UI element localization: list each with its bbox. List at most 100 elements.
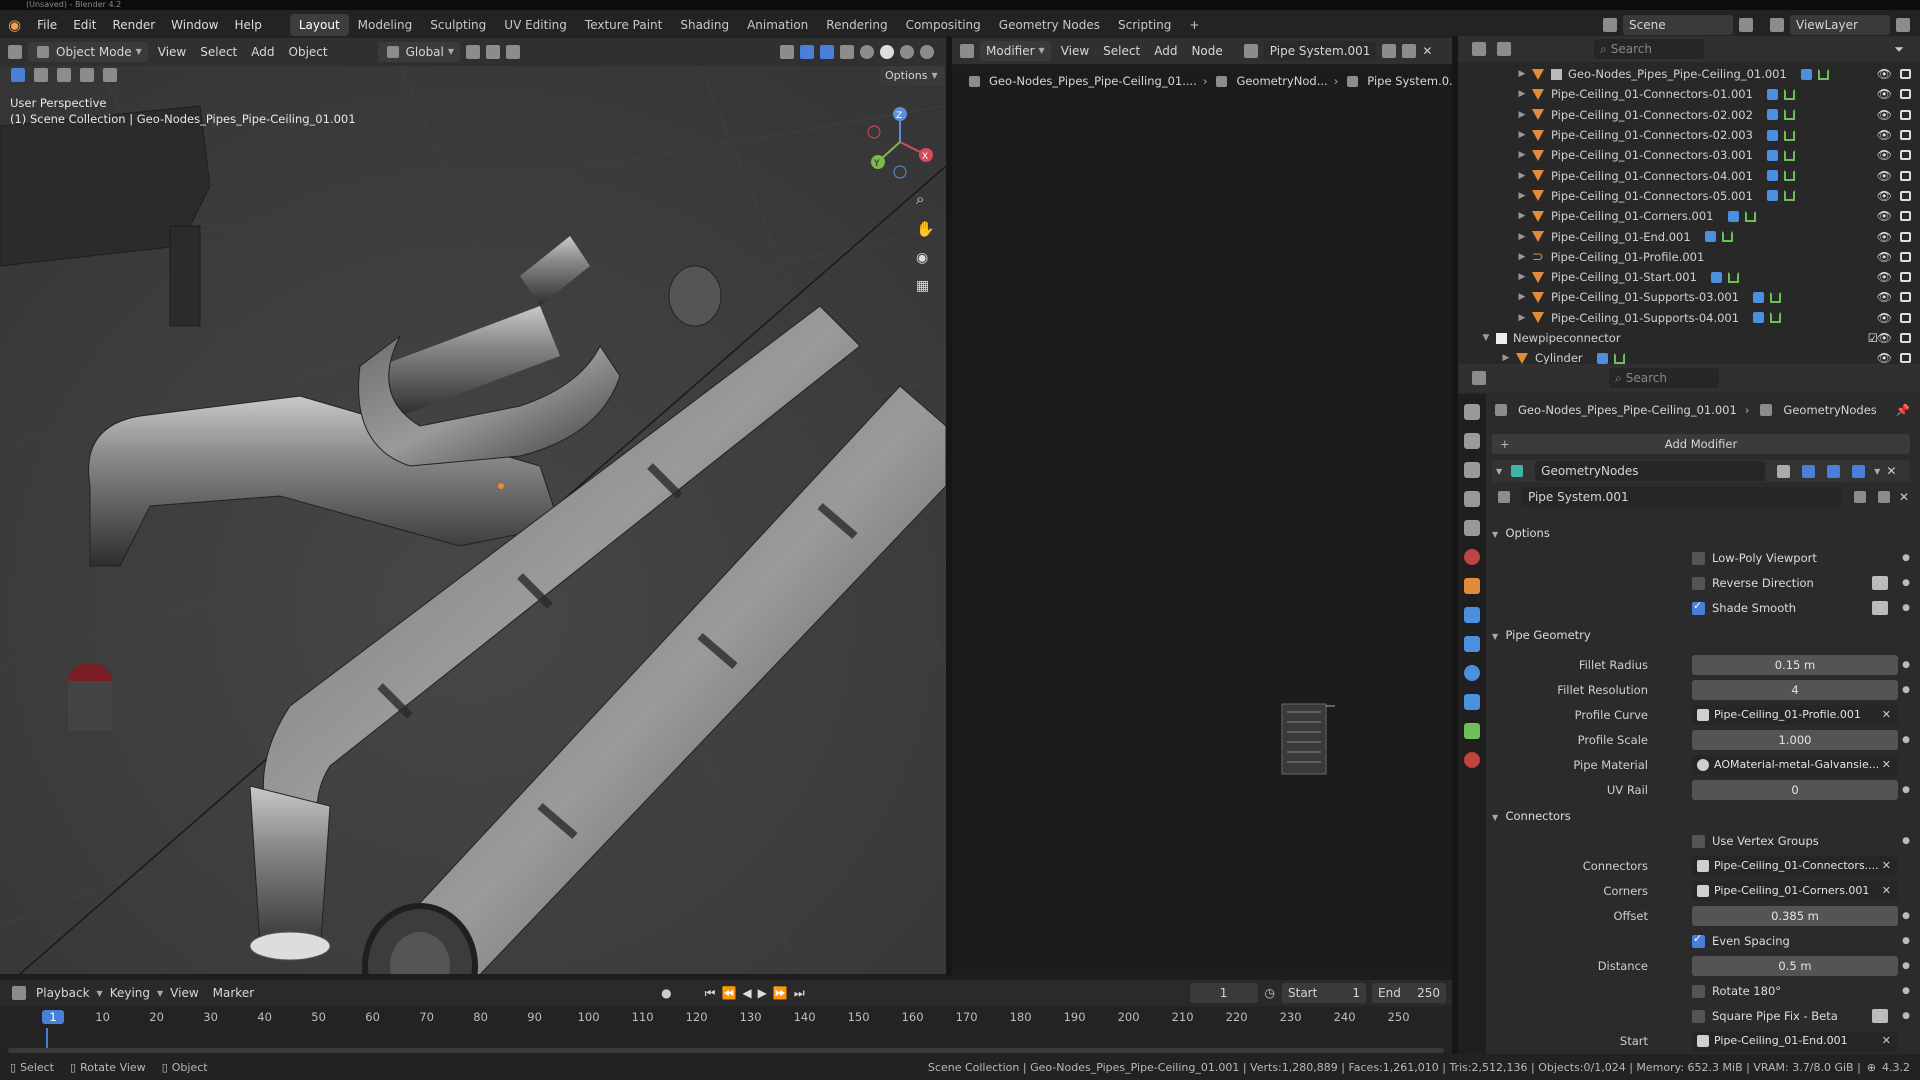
timeline-menu-view[interactable]: View	[163, 982, 205, 1004]
output-tab-icon[interactable]	[1464, 462, 1480, 478]
tab-shading[interactable]: Shading	[671, 14, 738, 36]
eye-icon[interactable]: 👁	[1877, 169, 1892, 183]
end-frame-field[interactable]: End 250	[1372, 983, 1446, 1003]
node-menu-node[interactable]: Node	[1184, 40, 1229, 62]
tab-scripting[interactable]: Scripting	[1109, 14, 1180, 36]
properties-search[interactable]: ⌕ Search	[1609, 368, 1719, 388]
eye-icon[interactable]: 👁	[1877, 351, 1892, 364]
render-camera-icon[interactable]	[1900, 89, 1911, 100]
chevron-right-icon[interactable]: ▶	[1516, 171, 1528, 181]
viewport-menu-select[interactable]: Select	[193, 41, 244, 63]
jump-keyframe-back-icon[interactable]: ⏪	[718, 986, 739, 1000]
outliner[interactable]: ⌕ Search ⏷ ▶ Geo-Nodes_Pipes_Pipe-Ceiling_…	[1458, 36, 1920, 364]
3d-viewport[interactable]: User Perspective (1) Scene Collection | …	[0, 66, 946, 974]
uv-rail-field[interactable]: 0	[1692, 780, 1898, 800]
modifier-name-field[interactable]: GeometryNodes	[1535, 461, 1766, 481]
outliner-object-row[interactable]: ▶ Pipe-Ceiling_01-Corners.001 👁	[1458, 206, 1920, 226]
eye-icon[interactable]: 👁	[1877, 290, 1892, 304]
timeline-menu-keying[interactable]: Keying	[103, 982, 157, 1004]
corners-field[interactable]: Pipe-Ceiling_01-Corners.001 ✕	[1692, 881, 1898, 901]
render-camera-icon[interactable]	[1900, 251, 1911, 262]
select-mode-icon[interactable]	[34, 68, 48, 82]
fake-user-icon[interactable]	[1382, 44, 1397, 58]
filter-icon[interactable]: ⏷	[1894, 42, 1904, 57]
node-tree-type[interactable]: Modifier ▼	[980, 41, 1051, 61]
clear-icon[interactable]: ✕	[1882, 755, 1891, 775]
viewport-menu-add[interactable]: Add	[244, 41, 281, 63]
connectors-section[interactable]: ▼ Connectors	[1492, 809, 1571, 823]
eye-icon[interactable]: 👁	[1877, 67, 1892, 81]
view-layer-tab-icon[interactable]	[1464, 491, 1480, 507]
keyframe-dot-icon[interactable]: ●	[1902, 1011, 1910, 1021]
wireframe-shading-icon[interactable]	[860, 45, 874, 59]
outliner-object-row[interactable]: ▶ Pipe-Ceiling_01-End.001 👁	[1458, 226, 1920, 246]
pipe-material-field[interactable]: AOMaterial-metal-Galvansie... ✕	[1692, 755, 1898, 775]
duplicate-icon[interactable]	[1402, 44, 1417, 58]
eye-icon[interactable]: 👁	[1877, 128, 1892, 142]
chevron-right-icon[interactable]: ▶	[1516, 313, 1528, 323]
eye-icon[interactable]: 👁	[1877, 209, 1892, 223]
outliner-object-row[interactable]: ▶ Pipe-Ceiling_01-Connectors-02.003 👁	[1458, 125, 1920, 145]
profile-curve-field[interactable]: Pipe-Ceiling_01-Profile.001 ✕	[1692, 705, 1898, 725]
keyframe-dot-icon[interactable]: ●	[1902, 986, 1910, 996]
chevron-right-icon[interactable]: ▶	[1516, 69, 1528, 79]
play-reverse-icon[interactable]: ◀	[739, 986, 754, 1000]
keyframe-dot-icon[interactable]: ●	[1902, 735, 1910, 745]
outliner-object-row[interactable]: ▶ Pipe-Ceiling_01-Supports-04.001 👁	[1458, 308, 1920, 328]
close-icon[interactable]: ✕	[1886, 464, 1896, 478]
keyframe-dot-icon[interactable]: ●	[1902, 553, 1910, 563]
outliner-object-row[interactable]: ▶ Pipe-Ceiling_01-Connectors-04.001 👁	[1458, 165, 1920, 185]
pan-hand-icon[interactable]: ✋	[916, 220, 935, 238]
snap-icon[interactable]	[486, 45, 501, 59]
close-icon[interactable]: ✕	[1419, 44, 1435, 58]
jump-end-icon[interactable]: ⏭	[791, 986, 808, 1001]
keyframe-dot-icon[interactable]: ●	[1902, 936, 1910, 946]
use-vertex-groups-checkbox[interactable]	[1692, 834, 1705, 848]
render-camera-icon[interactable]	[1900, 190, 1911, 201]
transform-orientation[interactable]: Global ▼	[377, 42, 461, 62]
render-camera-icon[interactable]	[1900, 109, 1911, 120]
play-icon[interactable]: ▶	[755, 986, 770, 1000]
duplicate-icon[interactable]	[1878, 491, 1890, 503]
start-frame-field[interactable]: Start 1	[1282, 983, 1366, 1003]
world-tab-icon[interactable]	[1464, 549, 1480, 565]
eye-icon[interactable]: 👁	[1877, 331, 1892, 345]
chevron-right-icon[interactable]: ▶	[1516, 110, 1528, 120]
object-tab-icon[interactable]	[1464, 578, 1480, 594]
chevron-right-icon[interactable]: ▶	[1516, 130, 1528, 140]
jump-keyframe-forward-icon[interactable]: ⏩	[770, 986, 791, 1000]
render-camera-icon[interactable]	[1900, 170, 1911, 181]
menu-help[interactable]: Help	[227, 10, 270, 40]
tab-layout[interactable]: Layout	[289, 14, 349, 36]
keyframe-dot-icon[interactable]: ●	[1902, 911, 1910, 921]
eye-icon[interactable]: 👁	[1877, 311, 1892, 325]
editor-type-icon[interactable]	[960, 44, 974, 58]
tab-geometry-nodes[interactable]: Geometry Nodes	[990, 14, 1109, 36]
node-group-selector[interactable]: Pipe System.001	[1263, 41, 1377, 61]
timeline-scrollbar[interactable]	[8, 1048, 1444, 1053]
menu-edit[interactable]: Edit	[65, 10, 104, 40]
render-camera-icon[interactable]	[1900, 292, 1911, 303]
proportional-icon[interactable]	[506, 45, 521, 59]
viewlayer-selector[interactable]: ViewLayer	[1790, 15, 1890, 35]
display-mode-icon[interactable]	[1497, 42, 1511, 56]
keyframe-dot-icon[interactable]: ●	[1902, 685, 1910, 695]
fake-user-icon[interactable]	[1854, 491, 1866, 503]
particles-tab-icon[interactable]	[1464, 636, 1480, 652]
distance-field[interactable]: 0.5 m	[1692, 956, 1898, 976]
options-dropdown[interactable]: Options ▼	[879, 66, 944, 86]
playhead[interactable]	[46, 1028, 48, 1048]
visibility-icon[interactable]	[780, 45, 794, 59]
editor-type-icon[interactable]	[12, 986, 26, 1000]
clear-icon[interactable]: ✕	[1882, 856, 1891, 876]
viewport-menu-view[interactable]: View	[151, 41, 193, 63]
node-group-field[interactable]: Pipe System.001	[1522, 487, 1842, 507]
clear-icon[interactable]: ✕	[1882, 705, 1891, 725]
add-modifier-button[interactable]: + Add Modifier	[1492, 434, 1910, 454]
properties-editor[interactable]: ⌕ Search Geo-Nodes_Pipes_Pipe-Ceiling_01.…	[1458, 364, 1920, 1054]
select-box-icon[interactable]	[11, 68, 25, 82]
grid-icon[interactable]: ▦	[916, 278, 935, 294]
node-group-thumbnail[interactable]	[1277, 698, 1337, 778]
render-camera-icon[interactable]	[1900, 69, 1911, 80]
tab-modeling[interactable]: Modeling	[349, 14, 422, 36]
